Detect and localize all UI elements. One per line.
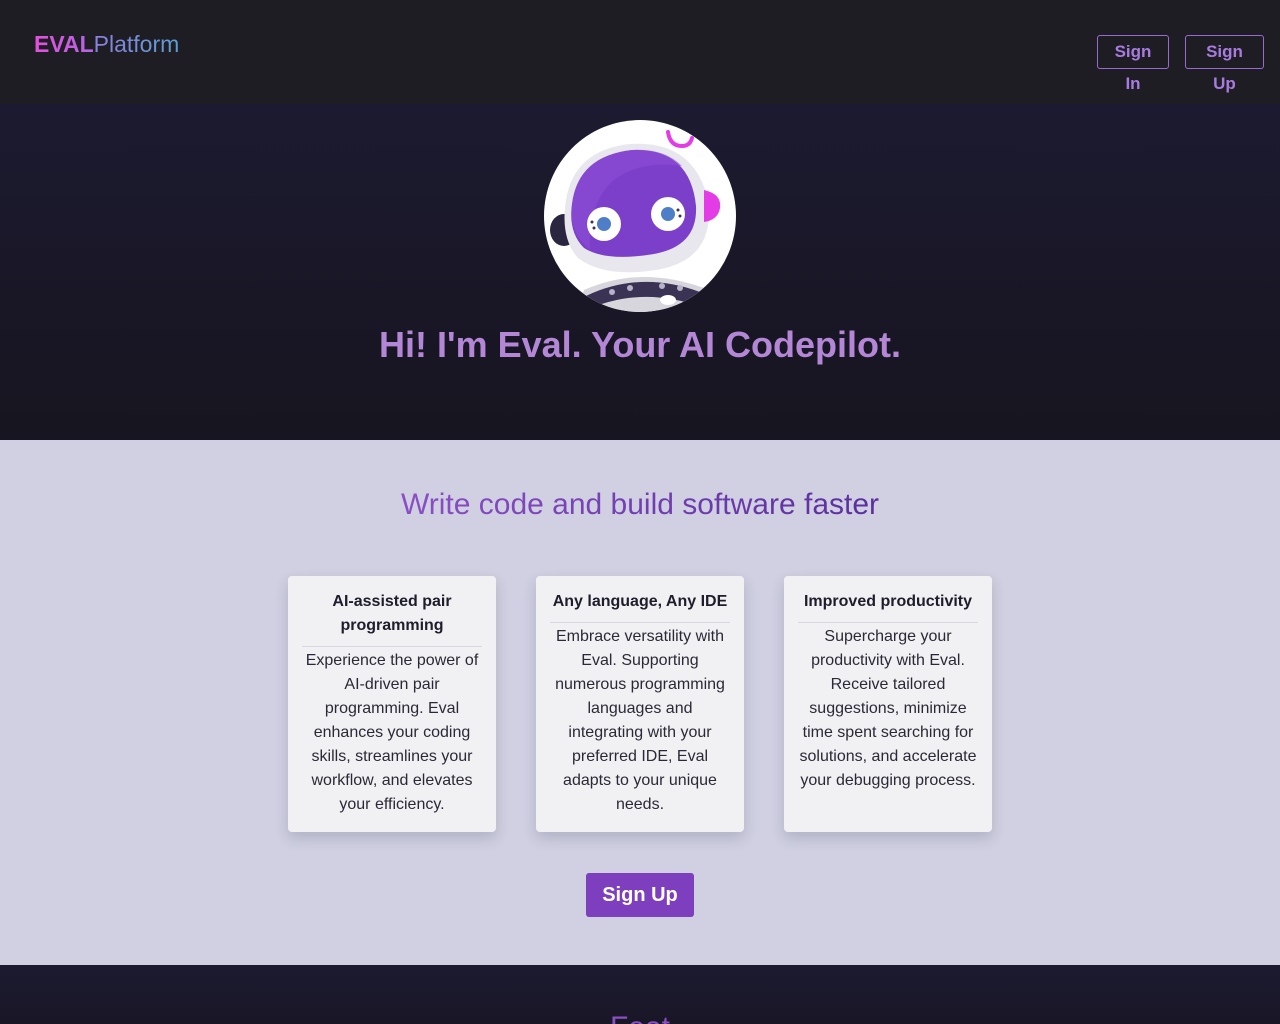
robot-mascot-icon	[544, 120, 736, 312]
value-props-section: Write code and build software faster AI-…	[0, 440, 1280, 965]
feature-card-any-language: Any language, Any IDE Embrace versatilit…	[536, 576, 744, 832]
features-section-title: Feat	[0, 1009, 1280, 1024]
cta-sign-up-button[interactable]: Sign Up	[586, 873, 694, 917]
card-body: Experience the power of AI-driven pair p…	[305, 652, 479, 813]
sign-in-button[interactable]: Sign In	[1097, 35, 1169, 93]
feature-card-pair-programming: AI-assisted pair programming Experience …	[288, 576, 496, 832]
card-title: AI-assisted pair programming	[302, 590, 482, 647]
features-section: Feat	[0, 965, 1280, 1024]
logo[interactable]: EVALPlatform	[34, 30, 179, 58]
logo-platform-text: Platform	[93, 31, 180, 57]
logo-eval-text: EVAL	[34, 31, 94, 57]
section-title-text: Write code and build software faster	[400, 488, 880, 521]
card-body: Supercharge your productivity with Eval.…	[799, 628, 977, 789]
top-navbar: EVALPlatform Sign In Sign Up	[0, 0, 1280, 104]
card-body: Embrace versatility with Eval. Supportin…	[555, 628, 725, 813]
card-title: Any language, Any IDE	[550, 590, 730, 623]
section-title: Write code and build software faster	[0, 486, 1280, 524]
feature-card-productivity: Improved productivity Supercharge your p…	[784, 576, 992, 832]
hero-section: Hi! I'm Eval. Your AI Codepilot.	[0, 104, 1280, 440]
card-title: Improved productivity	[798, 590, 978, 623]
hero-title: Hi! I'm Eval. Your AI Codepilot.	[379, 324, 901, 365]
sign-up-button[interactable]: Sign Up	[1185, 35, 1264, 93]
